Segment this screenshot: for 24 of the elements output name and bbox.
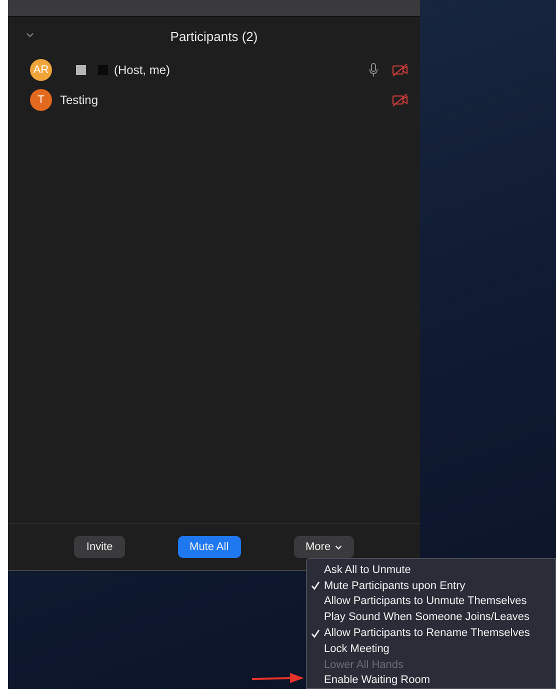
avatar: T bbox=[30, 89, 52, 111]
mute-all-button[interactable]: Mute All bbox=[178, 536, 241, 558]
redaction-block bbox=[76, 65, 86, 75]
video-off-icon[interactable] bbox=[392, 63, 408, 77]
video-off-icon[interactable] bbox=[392, 93, 408, 107]
participant-name: (Host, me) bbox=[114, 63, 170, 77]
more-button[interactable]: More bbox=[294, 536, 354, 558]
chevron-down-icon bbox=[334, 544, 342, 550]
menu-item[interactable]: Lock Meeting bbox=[307, 640, 555, 657]
avatar: AR bbox=[30, 59, 52, 81]
checkmark-icon bbox=[311, 628, 320, 638]
invite-button[interactable]: Invite bbox=[74, 536, 125, 558]
participant-name: Testing bbox=[60, 93, 98, 107]
checkmark-icon bbox=[311, 581, 320, 590]
arrow-icon bbox=[252, 672, 304, 684]
panel-title: Participants (2) bbox=[170, 28, 258, 44]
microphone-icon[interactable] bbox=[369, 63, 378, 77]
menu-item[interactable]: Play Sound When Someone Joins/Leaves bbox=[307, 609, 555, 626]
menu-item[interactable]: Enable Waiting Room bbox=[307, 672, 555, 688]
chevron-icon[interactable] bbox=[26, 32, 34, 38]
menu-item[interactable]: Mute Participants upon Entry bbox=[307, 578, 555, 594]
menu-item[interactable]: Ask All to Unmute bbox=[307, 562, 555, 578]
menu-item[interactable]: Allow Participants to Rename Themselves bbox=[307, 625, 555, 641]
menu-item[interactable]: Allow Participants to Unmute Themselves bbox=[307, 594, 555, 610]
